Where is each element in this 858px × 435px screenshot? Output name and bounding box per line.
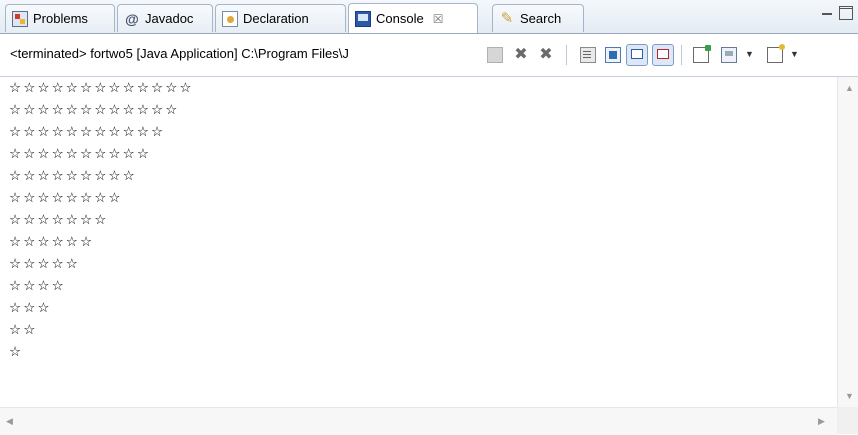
- open-console-icon[interactable]: [767, 44, 785, 63]
- show-stderr-icon[interactable]: [652, 44, 674, 66]
- tab-javadoc-label: Javadoc: [145, 11, 194, 26]
- javadoc-icon: @: [125, 10, 139, 27]
- console-toolbar: <terminated> fortwo5 [Java Application] …: [0, 34, 858, 77]
- scroll-right-icon[interactable]: ▶: [818, 416, 825, 427]
- scroll-up-icon[interactable]: ▲: [845, 83, 854, 93]
- tab-console[interactable]: Console ☒: [348, 3, 478, 33]
- scrollbar-corner: [837, 407, 858, 434]
- scroll-down-icon[interactable]: ▼: [845, 391, 854, 401]
- vertical-scrollbar[interactable]: ▲ ▼: [837, 77, 858, 407]
- clear-console-icon[interactable]: [580, 47, 596, 63]
- tab-declaration[interactable]: Declaration: [215, 4, 346, 32]
- tab-declaration-label: Declaration: [243, 11, 309, 26]
- tab-search[interactable]: ✎ Search: [492, 4, 584, 32]
- tab-problems-label: Problems: [33, 11, 88, 26]
- problems-icon: [12, 10, 28, 27]
- toolbar-separator: [566, 45, 567, 65]
- tab-search-label: Search: [520, 11, 562, 26]
- console-icon: [355, 10, 371, 27]
- show-stdout-icon[interactable]: [626, 44, 648, 66]
- console-output-text: ☆☆☆☆☆☆☆☆☆☆☆☆☆ ☆☆☆☆☆☆☆☆☆☆☆☆ ☆☆☆☆☆☆☆☆☆☆☆ ☆…: [9, 80, 194, 360]
- horizontal-scrollbar[interactable]: ◀ ▶: [0, 407, 837, 435]
- console-output-area[interactable]: ☆☆☆☆☆☆☆☆☆☆☆☆☆ ☆☆☆☆☆☆☆☆☆☆☆☆ ☆☆☆☆☆☆☆☆☆☆☆ ☆…: [0, 77, 858, 435]
- toolbar-separator: [681, 45, 682, 65]
- display-console-icon[interactable]: [721, 47, 737, 63]
- chevron-down-icon[interactable]: ▼: [790, 49, 799, 59]
- terminate-icon[interactable]: [487, 47, 503, 63]
- search-icon: ✎: [500, 9, 514, 27]
- remove-launch-icon[interactable]: ✖: [513, 47, 529, 63]
- view-tab-bar: Problems @ Javadoc Declaration Console ☒…: [0, 0, 858, 34]
- remove-all-terminated-icon[interactable]: ✖: [538, 47, 554, 63]
- tab-problems[interactable]: Problems: [5, 4, 115, 32]
- tab-console-label: Console: [376, 11, 424, 26]
- chevron-down-icon[interactable]: ▼: [745, 49, 754, 59]
- close-icon[interactable]: ☒: [433, 12, 444, 26]
- maximize-icon[interactable]: [839, 6, 853, 20]
- declaration-icon: [222, 10, 238, 27]
- pin-console-icon[interactable]: [693, 45, 711, 63]
- scroll-left-icon[interactable]: ◀: [6, 416, 13, 427]
- scroll-lock-icon[interactable]: [605, 47, 621, 63]
- tab-javadoc[interactable]: @ Javadoc: [117, 4, 213, 32]
- minimize-icon[interactable]: [820, 6, 834, 20]
- terminated-status-label: <terminated> fortwo5 [Java Application] …: [10, 46, 349, 61]
